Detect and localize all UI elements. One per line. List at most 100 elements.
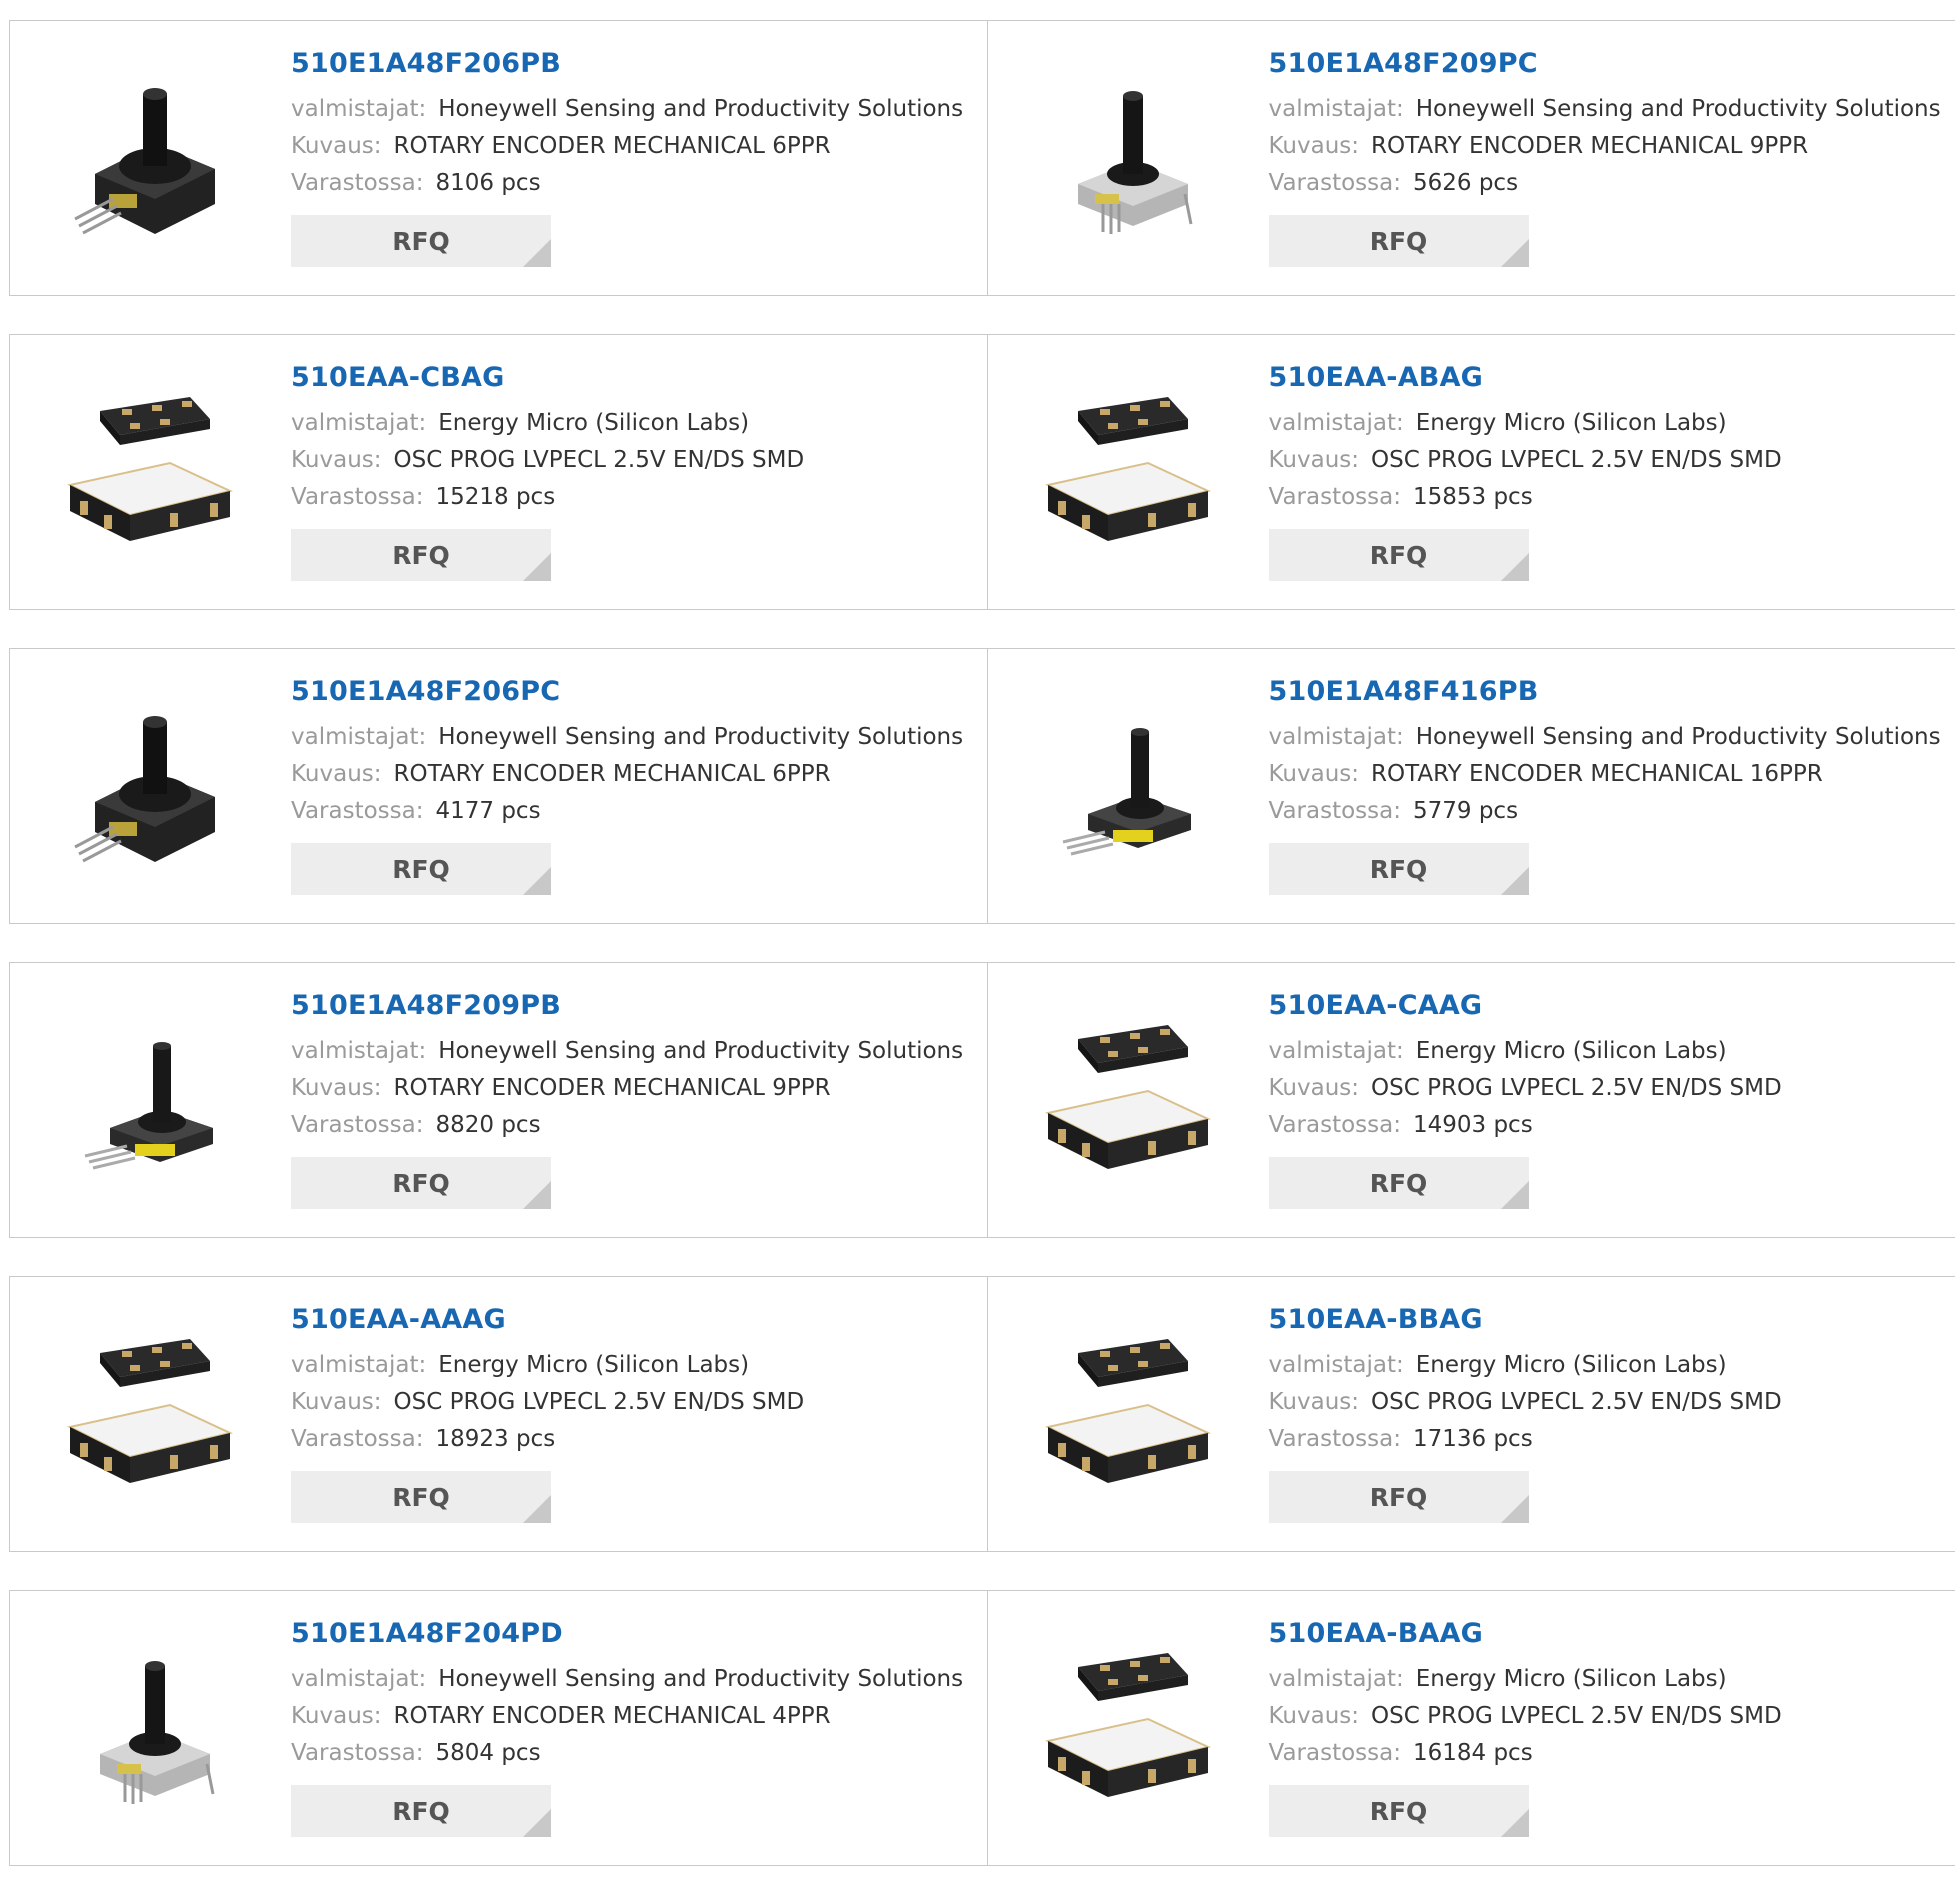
manufacturer-value: Honeywell Sensing and Productivity Solut… — [438, 724, 963, 750]
smd-oscillator-image[interactable] — [1028, 373, 1228, 573]
corner-triangle-icon — [1501, 867, 1529, 895]
product-card: 510EAA-CAAG valmistajat:Energy Micro (Si… — [987, 963, 1955, 1237]
rfq-button[interactable]: RFQ — [1269, 843, 1529, 895]
manufacturer-value: Honeywell Sensing and Productivity Solut… — [438, 96, 963, 122]
rfq-button[interactable]: RFQ — [291, 1785, 551, 1837]
description-label: Kuvaus: — [291, 133, 382, 159]
stock-value: 15218 pcs — [435, 484, 555, 510]
description-value: ROTARY ENCODER MECHANICAL 9PPR — [394, 1075, 831, 1101]
rfq-label: RFQ — [392, 855, 450, 884]
part-number-link[interactable]: 510E1A48F206PB — [291, 47, 963, 81]
product-info: 510E1A48F206PC valmistajat: Honeywell Sen… — [291, 675, 963, 895]
manufacturer-label: valmistajat: — [291, 724, 426, 750]
description-label: Kuvaus: — [1269, 447, 1360, 473]
product-row: 510EAA-AAAG valmistajat:Energy Micro (Si… — [9, 1276, 1955, 1552]
description-value: OSC PROG LVPECL 2.5V EN/DS SMD — [394, 1389, 805, 1415]
rfq-button[interactable]: RFQ — [1269, 1785, 1529, 1837]
manufacturer-label: valmistajat: — [291, 1038, 426, 1064]
manufacturer-value: Honeywell Sensing and Productivity Solut… — [1416, 724, 1941, 750]
part-number-link[interactable]: 510EAA-CAAG — [1269, 989, 1782, 1023]
rfq-button[interactable]: RFQ — [291, 529, 551, 581]
stock-line: Varastossa:18923 pcs — [291, 1421, 804, 1458]
manufacturer-line: valmistajat: Honeywell Sensing and Produc… — [291, 719, 963, 756]
stock-line: Varastossa:14903 pcs — [1269, 1107, 1782, 1144]
description-label: Kuvaus: — [1269, 761, 1360, 787]
stock-line: Varastossa:4177 pcs — [291, 793, 963, 830]
manufacturer-line: valmistajat:Honeywell Sensing and Produc… — [291, 1661, 963, 1698]
smd-oscillator-image[interactable] — [1028, 1315, 1228, 1515]
product-card: 510E1A48F209PC valmistajat:Honeywell Sen… — [987, 21, 1955, 295]
smd-oscillator-image[interactable] — [50, 373, 250, 573]
rfq-button[interactable]: RFQ — [291, 215, 551, 267]
stock-label: Varastossa: — [1269, 1426, 1401, 1452]
rotary-encoder-metal-image[interactable] — [1028, 59, 1228, 259]
part-number-link[interactable]: 510E1A48F416PB — [1269, 675, 1941, 709]
corner-triangle-icon — [1501, 1181, 1529, 1209]
smd-oscillator-image[interactable] — [50, 1315, 250, 1515]
product-card: 510E1A48F206PB valmistajat:Honeywell Sen… — [10, 21, 987, 295]
description-label: Kuvaus: — [291, 1075, 382, 1101]
manufacturer-line: valmistajat:Energy Micro (Silicon Labs) — [1269, 1347, 1782, 1384]
product-info: 510EAA-AAAG valmistajat:Energy Micro (Si… — [291, 1303, 804, 1523]
part-number-link[interactable]: 510EAA-BBAG — [1269, 1303, 1782, 1337]
description-value: ROTARY ENCODER MECHANICAL 16PPR — [1371, 761, 1823, 787]
product-card: 510E1A48F416PB valmistajat:Honeywell Sen… — [987, 649, 1955, 923]
description-value: OSC PROG LVPECL 2.5V EN/DS SMD — [1371, 1389, 1782, 1415]
rfq-label: RFQ — [392, 1797, 450, 1826]
rfq-button[interactable]: RFQ — [1269, 215, 1529, 267]
rfq-button[interactable]: RFQ — [291, 1157, 551, 1209]
stock-label: Varastossa: — [1269, 1112, 1401, 1138]
stock-label: Varastossa: — [291, 798, 423, 824]
manufacturer-value: Honeywell Sensing and Productivity Solut… — [438, 1666, 963, 1692]
rfq-label: RFQ — [392, 1483, 450, 1512]
smd-oscillator-image[interactable] — [1028, 1001, 1228, 1201]
part-number-link[interactable]: 510EAA-CBAG — [291, 361, 804, 395]
part-number-link[interactable]: 510EAA-AAAG — [291, 1303, 804, 1337]
rotary-encoder-small-image[interactable] — [50, 1001, 250, 1201]
part-number-link[interactable]: 510E1A48F206PC — [291, 675, 963, 709]
part-number-link[interactable]: 510E1A48F209PB — [291, 989, 963, 1023]
rfq-button[interactable]: RFQ — [1269, 1157, 1529, 1209]
part-number-link[interactable]: 510EAA-BAAG — [1269, 1617, 1782, 1651]
rfq-button[interactable]: RFQ — [291, 1471, 551, 1523]
stock-label: Varastossa: — [1269, 798, 1401, 824]
product-card: 510EAA-BBAG valmistajat:Energy Micro (Si… — [987, 1277, 1955, 1551]
description-line: Kuvaus:ROTARY ENCODER MECHANICAL 6PPR — [291, 756, 963, 793]
smd-oscillator-image[interactable] — [1028, 1629, 1228, 1829]
product-card: 510EAA-BAAG valmistajat:Energy Micro (Si… — [987, 1591, 1955, 1865]
part-number-link[interactable]: 510E1A48F204PD — [291, 1617, 963, 1651]
stock-value: 16184 pcs — [1413, 1740, 1533, 1766]
rotary-encoder-metal-image[interactable] — [50, 1629, 250, 1829]
stock-label: Varastossa: — [291, 1740, 423, 1766]
rfq-button[interactable]: RFQ — [291, 843, 551, 895]
part-number-link[interactable]: 510EAA-ABAG — [1269, 361, 1782, 395]
manufacturer-line: valmistajat:Honeywell Sensing and Produc… — [1269, 719, 1941, 756]
stock-line: Varastossa:8820 pcs — [291, 1107, 963, 1144]
stock-value: 5779 pcs — [1413, 798, 1518, 824]
stock-label: Varastossa: — [1269, 1740, 1401, 1766]
product-info: 510E1A48F204PD valmistajat:Honeywell Sen… — [291, 1617, 963, 1837]
product-info: 510EAA-CAAG valmistajat:Energy Micro (Si… — [1269, 989, 1782, 1209]
rfq-label: RFQ — [392, 1169, 450, 1198]
product-card: 510EAA-CBAG valmistajat:Energy Micro (Si… — [10, 335, 987, 609]
rotary-encoder-large-image[interactable] — [50, 59, 250, 259]
manufacturer-label: valmistajat: — [291, 1352, 426, 1378]
rfq-label: RFQ — [1370, 855, 1428, 884]
product-card: 510EAA-AAAG valmistajat:Energy Micro (Si… — [10, 1277, 987, 1551]
rfq-button[interactable]: RFQ — [1269, 1471, 1529, 1523]
corner-triangle-icon — [523, 239, 551, 267]
part-number-link[interactable]: 510E1A48F209PC — [1269, 47, 1941, 81]
corner-triangle-icon — [1501, 239, 1529, 267]
stock-label: Varastossa: — [1269, 484, 1401, 510]
stock-line: Varastossa:15218 pcs — [291, 479, 804, 516]
rotary-encoder-large-image[interactable] — [50, 687, 250, 887]
rfq-button[interactable]: RFQ — [1269, 529, 1529, 581]
manufacturer-line: valmistajat:Energy Micro (Silicon Labs) — [1269, 1033, 1782, 1070]
description-line: Kuvaus:OSC PROG LVPECL 2.5V EN/DS SMD — [1269, 442, 1782, 479]
corner-triangle-icon — [523, 553, 551, 581]
description-label: Kuvaus: — [1269, 133, 1360, 159]
rotary-encoder-small-image[interactable] — [1028, 687, 1228, 887]
description-value: OSC PROG LVPECL 2.5V EN/DS SMD — [1371, 1075, 1782, 1101]
stock-value: 8820 pcs — [435, 1112, 540, 1138]
stock-line: Varastossa: 16184 pcs — [1269, 1735, 1782, 1772]
